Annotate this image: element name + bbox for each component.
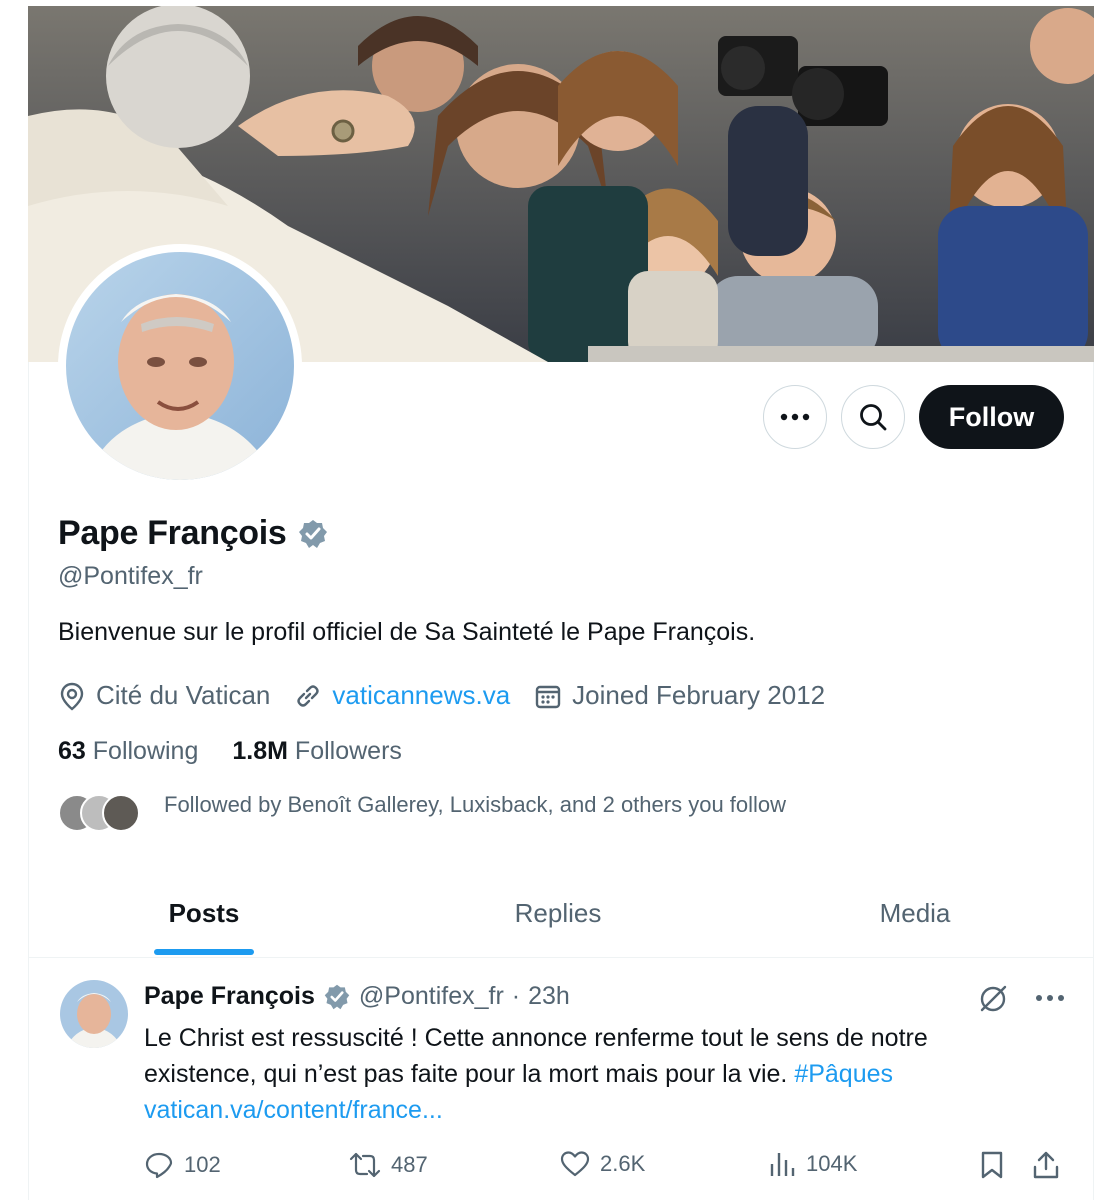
search-button[interactable] [841,385,905,449]
post-separator: · [511,982,521,1010]
more-button[interactable] [763,385,827,449]
reply-icon [145,1152,173,1179]
follow-button[interactable]: Follow [919,385,1064,449]
post-header: Pape François @Pontifex_fr · 23h [144,982,570,1011]
post-handle[interactable]: @Pontifex_fr [359,982,504,1011]
views-button[interactable]: 104K [768,1150,857,1178]
joined-item: Joined February 2012 [534,680,825,711]
repost-icon [349,1152,381,1178]
more-horizontal-icon [780,413,810,421]
location-pin-icon [60,682,84,711]
follower-avatar [102,794,140,832]
followers-count: 1.8M [232,737,288,765]
link-icon [297,684,320,707]
post-avatar[interactable] [60,980,128,1048]
followers-link[interactable]: 1.8M Followers [232,737,402,766]
profile-bio: Bienvenue sur le profil officiel de Sa S… [58,618,756,646]
post-author[interactable]: Pape François [144,982,315,1011]
share-icon [1033,1151,1059,1179]
verified-badge-icon[interactable] [323,983,351,1011]
followed-by-row[interactable]: Followed by Benoît Gallerey, Luxisback, … [58,790,786,834]
views-chart-icon [770,1153,795,1176]
like-button[interactable]: 2.6K [560,1150,645,1178]
profile-name: Pape François [58,514,287,552]
calendar-icon [535,685,561,708]
post-time[interactable]: 23h [528,982,570,1011]
like-count: 2.6K [600,1151,646,1176]
profile-meta: Cité du Vatican vaticannews.va Joined Fe… [58,680,849,711]
bookmark-button[interactable] [979,1150,1005,1180]
followed-by-avatars [58,790,140,834]
reply-button[interactable]: 102 [144,1150,221,1180]
verified-badge-icon[interactable] [297,518,329,550]
search-icon [860,404,887,431]
tab-posts[interactable]: Posts [28,870,380,957]
views-count: 104K [806,1151,858,1176]
profile-tabs: Posts Replies Media [28,870,1094,958]
share-button[interactable] [1032,1150,1060,1180]
post-tools [977,982,1065,1014]
tab-media[interactable]: Media [736,870,1094,957]
profile-stats: 63 Following 1.8M Followers [58,737,402,766]
grok-icon[interactable] [977,982,1009,1014]
profile-handle: @Pontifex_fr [58,562,203,590]
post-link[interactable]: vatican.va/content/france... [144,1096,443,1124]
following-link[interactable]: 63 Following [58,737,198,766]
following-count: 63 [58,737,86,765]
post-body: Le Christ est ressuscité ! Cette annonce… [144,1020,1044,1128]
post-actions: 102 487 2.6K 104K [144,1150,1064,1184]
tab-replies[interactable]: Replies [380,870,736,957]
heart-icon [560,1151,590,1177]
following-label: Following [92,737,199,765]
website-link[interactable]: vaticannews.va [332,680,510,711]
post-hashtag[interactable]: #Pâques [794,1060,893,1088]
location-text: Cité du Vatican [96,680,271,710]
profile-avatar[interactable] [58,244,302,488]
repost-count: 487 [391,1152,428,1177]
repost-button[interactable]: 487 [349,1150,428,1180]
website-item[interactable]: vaticannews.va [294,680,510,711]
followers-label: Followers [294,737,402,765]
joined-text: Joined February 2012 [572,680,826,710]
reply-count: 102 [184,1152,221,1177]
profile-name-row: Pape François [58,514,329,553]
post-avatar-photo [60,980,128,1048]
location-item: Cité du Vatican [58,680,270,711]
post-more-icon[interactable] [1035,994,1065,1002]
followed-by-text: Followed by Benoît Gallerey, Luxisback, … [164,792,787,817]
avatar-photo [66,252,294,480]
bookmark-icon [981,1151,1003,1179]
